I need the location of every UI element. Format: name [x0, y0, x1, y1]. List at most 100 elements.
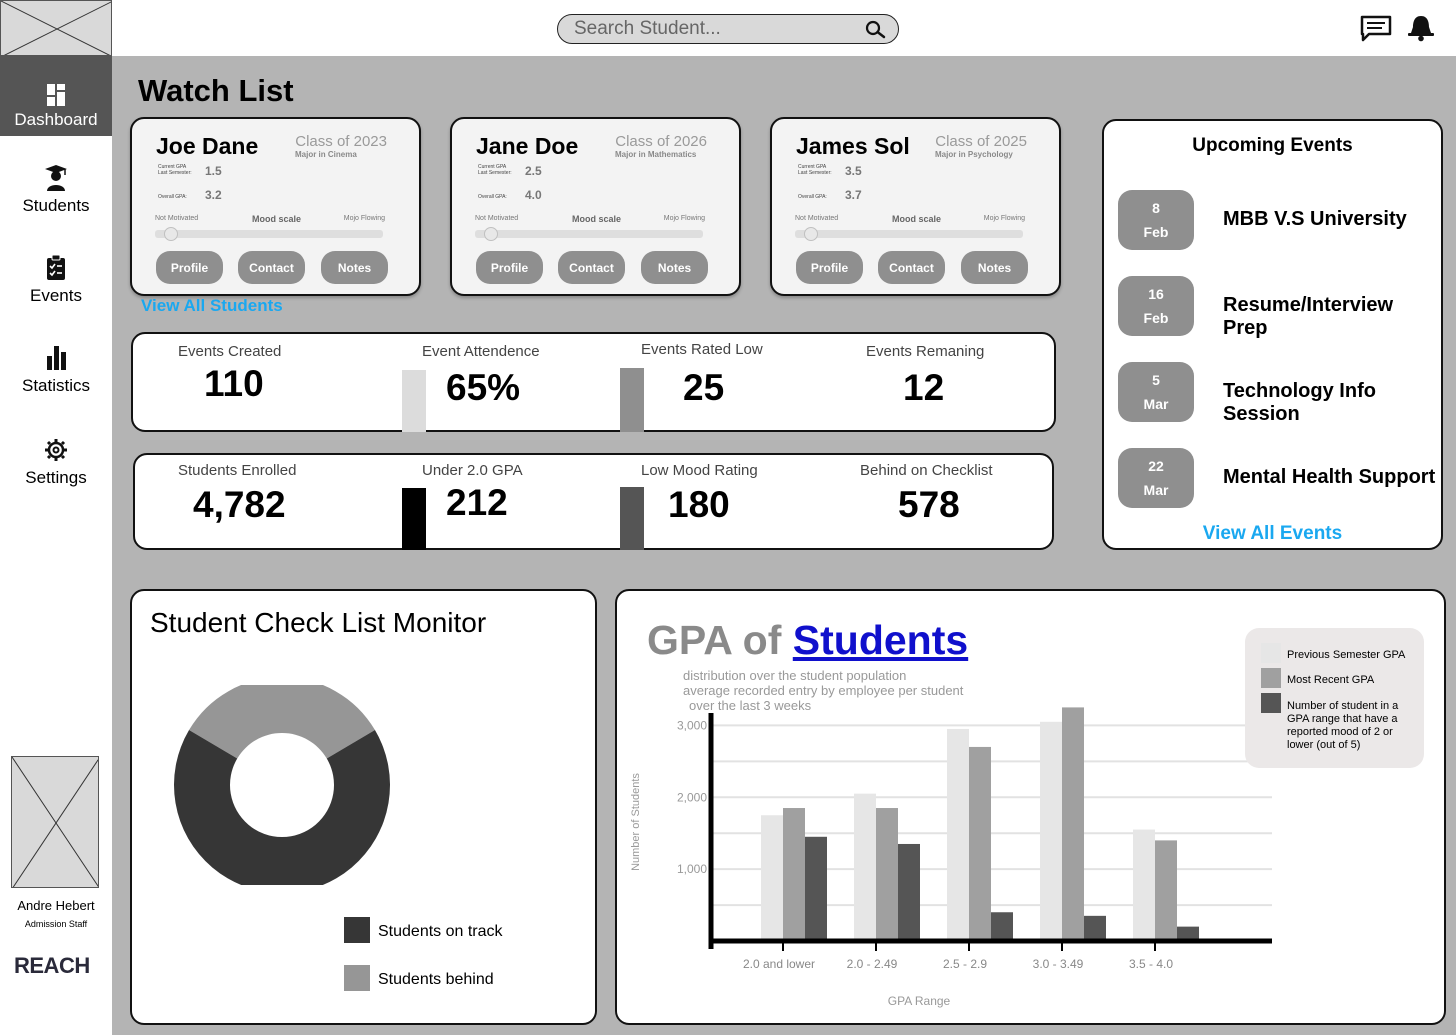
- legend-label-recent: Most Recent GPA: [1287, 674, 1375, 686]
- bar-recent: [876, 808, 898, 941]
- view-all-students-link[interactable]: View All Students: [141, 296, 283, 316]
- student-major: Major in Mathematics: [615, 150, 697, 159]
- student-card: Joe Dane Class of 2023 Major in Cinema C…: [130, 117, 421, 296]
- event-name[interactable]: Technology Info Session: [1223, 380, 1441, 426]
- x-tick-label: 3.0 - 3.49: [1033, 957, 1084, 971]
- sidebar-item-label: Dashboard: [14, 110, 98, 129]
- profile-button[interactable]: Profile: [796, 251, 863, 284]
- avatar[interactable]: [11, 756, 99, 888]
- gpa-chart-panel: GPA of Students distribution over the st…: [615, 589, 1446, 1025]
- mood-slider[interactable]: [155, 227, 383, 241]
- event-date-badge[interactable]: 16 Feb: [1118, 276, 1194, 336]
- placeholder-x-icon: [1, 1, 111, 55]
- stat-value: 212: [446, 482, 508, 523]
- stat-value: 25: [683, 367, 725, 408]
- student-class: Class of 2026: [615, 133, 707, 150]
- notes-button[interactable]: Notes: [641, 251, 708, 284]
- y-tick-label: 2,000: [677, 790, 707, 804]
- mood-max-label: Mojo Flowing: [983, 215, 1025, 222]
- stat-label: Low Mood Rating: [641, 462, 758, 479]
- event-month: Mar: [1143, 482, 1169, 498]
- bar-low-mood: [898, 843, 920, 941]
- last-semester-gpa: 1.5: [205, 164, 222, 178]
- overall-gpa-label: Overall GPA:: [798, 194, 827, 200]
- last-semester-gpa: 3.5: [845, 164, 862, 178]
- sidebar-item-dashboard[interactable]: Dashboard: [0, 56, 112, 136]
- sidebar-item-label: Students: [22, 196, 90, 215]
- bar-recent: [1062, 707, 1084, 941]
- bar-recent: [783, 808, 805, 941]
- profile-button[interactable]: Profile: [476, 251, 543, 284]
- clipboard-icon: [47, 254, 65, 280]
- message-icon[interactable]: [1360, 14, 1392, 42]
- event-name[interactable]: Mental Health Support: [1223, 466, 1435, 489]
- sidebar-item-events[interactable]: Events: [0, 254, 112, 334]
- legend-swatch-behind: [344, 965, 370, 991]
- mood-slider-thumb[interactable]: [803, 227, 818, 241]
- gear-icon: [45, 439, 67, 461]
- student-major: Major in Psychology: [935, 150, 1013, 159]
- mood-slider[interactable]: [795, 227, 1023, 241]
- event-date-badge[interactable]: 22 Mar: [1118, 448, 1194, 508]
- contact-button[interactable]: Contact: [878, 251, 945, 284]
- checklist-title: Student Check List Monitor: [150, 607, 487, 638]
- mood-max-label: Mojo Flowing: [343, 215, 385, 222]
- stat-label: Under 2.0 GPA: [422, 462, 523, 479]
- top-bar: [112, 0, 1456, 56]
- view-all-events-link[interactable]: View All Events: [1104, 523, 1441, 545]
- last-semester-gpa: 2.5: [525, 164, 542, 178]
- notes-button[interactable]: Notes: [321, 251, 388, 284]
- stat-value: 110: [204, 363, 264, 404]
- under-gpa-bar: [402, 488, 426, 550]
- event-month: Feb: [1143, 310, 1169, 326]
- stat-value: 65%: [446, 367, 521, 408]
- bar-previous: [1133, 829, 1155, 941]
- bell-icon[interactable]: [1405, 14, 1437, 42]
- student-class: Class of 2025: [935, 133, 1027, 150]
- label-text: Last Semester:: [478, 170, 512, 176]
- event-date-badge[interactable]: 5 Mar: [1118, 362, 1194, 422]
- legend-label-previous: Previous Semester GPA: [1287, 649, 1406, 661]
- event-stats-panel: Events Created 110 Event Attendence 65% …: [131, 332, 1056, 432]
- current-gpa-label: Current GPA Last Semester:: [798, 164, 832, 176]
- current-gpa-label: Current GPA Last Semester:: [158, 164, 192, 176]
- mood-slider-thumb[interactable]: [163, 227, 178, 241]
- current-gpa-label: Current GPA Last Semester:: [478, 164, 512, 176]
- event-name[interactable]: Resume/Interview Prep: [1223, 294, 1441, 340]
- label-text: Last Semester:: [158, 170, 192, 176]
- bar-low-mood: [805, 836, 827, 941]
- mood-min-label: Not Motivated: [475, 215, 519, 222]
- search-input[interactable]: [574, 18, 854, 40]
- notes-button[interactable]: Notes: [961, 251, 1028, 284]
- attendance-bar: [402, 370, 426, 432]
- student-stats-panel: Students Enrolled 4,782 Under 2.0 GPA 21…: [133, 453, 1054, 550]
- user-name: Andre Hebert: [17, 898, 95, 913]
- stat-value: 578: [898, 484, 960, 525]
- student-class: Class of 2023: [295, 133, 387, 150]
- placeholder-x-icon: [12, 757, 98, 887]
- search-bar[interactable]: [557, 14, 899, 44]
- contact-button[interactable]: Contact: [558, 251, 625, 284]
- search-icon[interactable]: [864, 20, 888, 40]
- student-card: Jane Doe Class of 2026 Major in Mathemat…: [450, 117, 741, 296]
- event-date-badge[interactable]: 8 Feb: [1118, 190, 1194, 250]
- legend-label-behind: Students behind: [378, 971, 494, 988]
- event-name[interactable]: MBB V.S University: [1223, 208, 1407, 231]
- stat-label: Event Attendence: [422, 343, 540, 360]
- rated-low-bar: [620, 368, 644, 432]
- student-major: Major in Cinema: [295, 150, 357, 159]
- y-tick-label: 1,000: [677, 862, 707, 876]
- sidebar-item-students[interactable]: Students: [0, 164, 112, 244]
- brand-logo: REACH: [14, 953, 90, 978]
- stat-label: Students Enrolled: [178, 462, 297, 479]
- x-axis-label: GPA Range: [888, 994, 951, 1008]
- legend-swatch-low-mood: [1261, 693, 1281, 713]
- profile-button[interactable]: Profile: [156, 251, 223, 284]
- mood-slider-thumb[interactable]: [483, 227, 498, 241]
- mood-slider[interactable]: [475, 227, 703, 241]
- sidebar-item-settings[interactable]: Settings: [0, 436, 112, 516]
- event-day: 22: [1148, 458, 1164, 474]
- contact-button[interactable]: Contact: [238, 251, 305, 284]
- sidebar-item-statistics[interactable]: Statistics: [0, 344, 112, 424]
- mood-min-label: Not Motivated: [795, 215, 839, 222]
